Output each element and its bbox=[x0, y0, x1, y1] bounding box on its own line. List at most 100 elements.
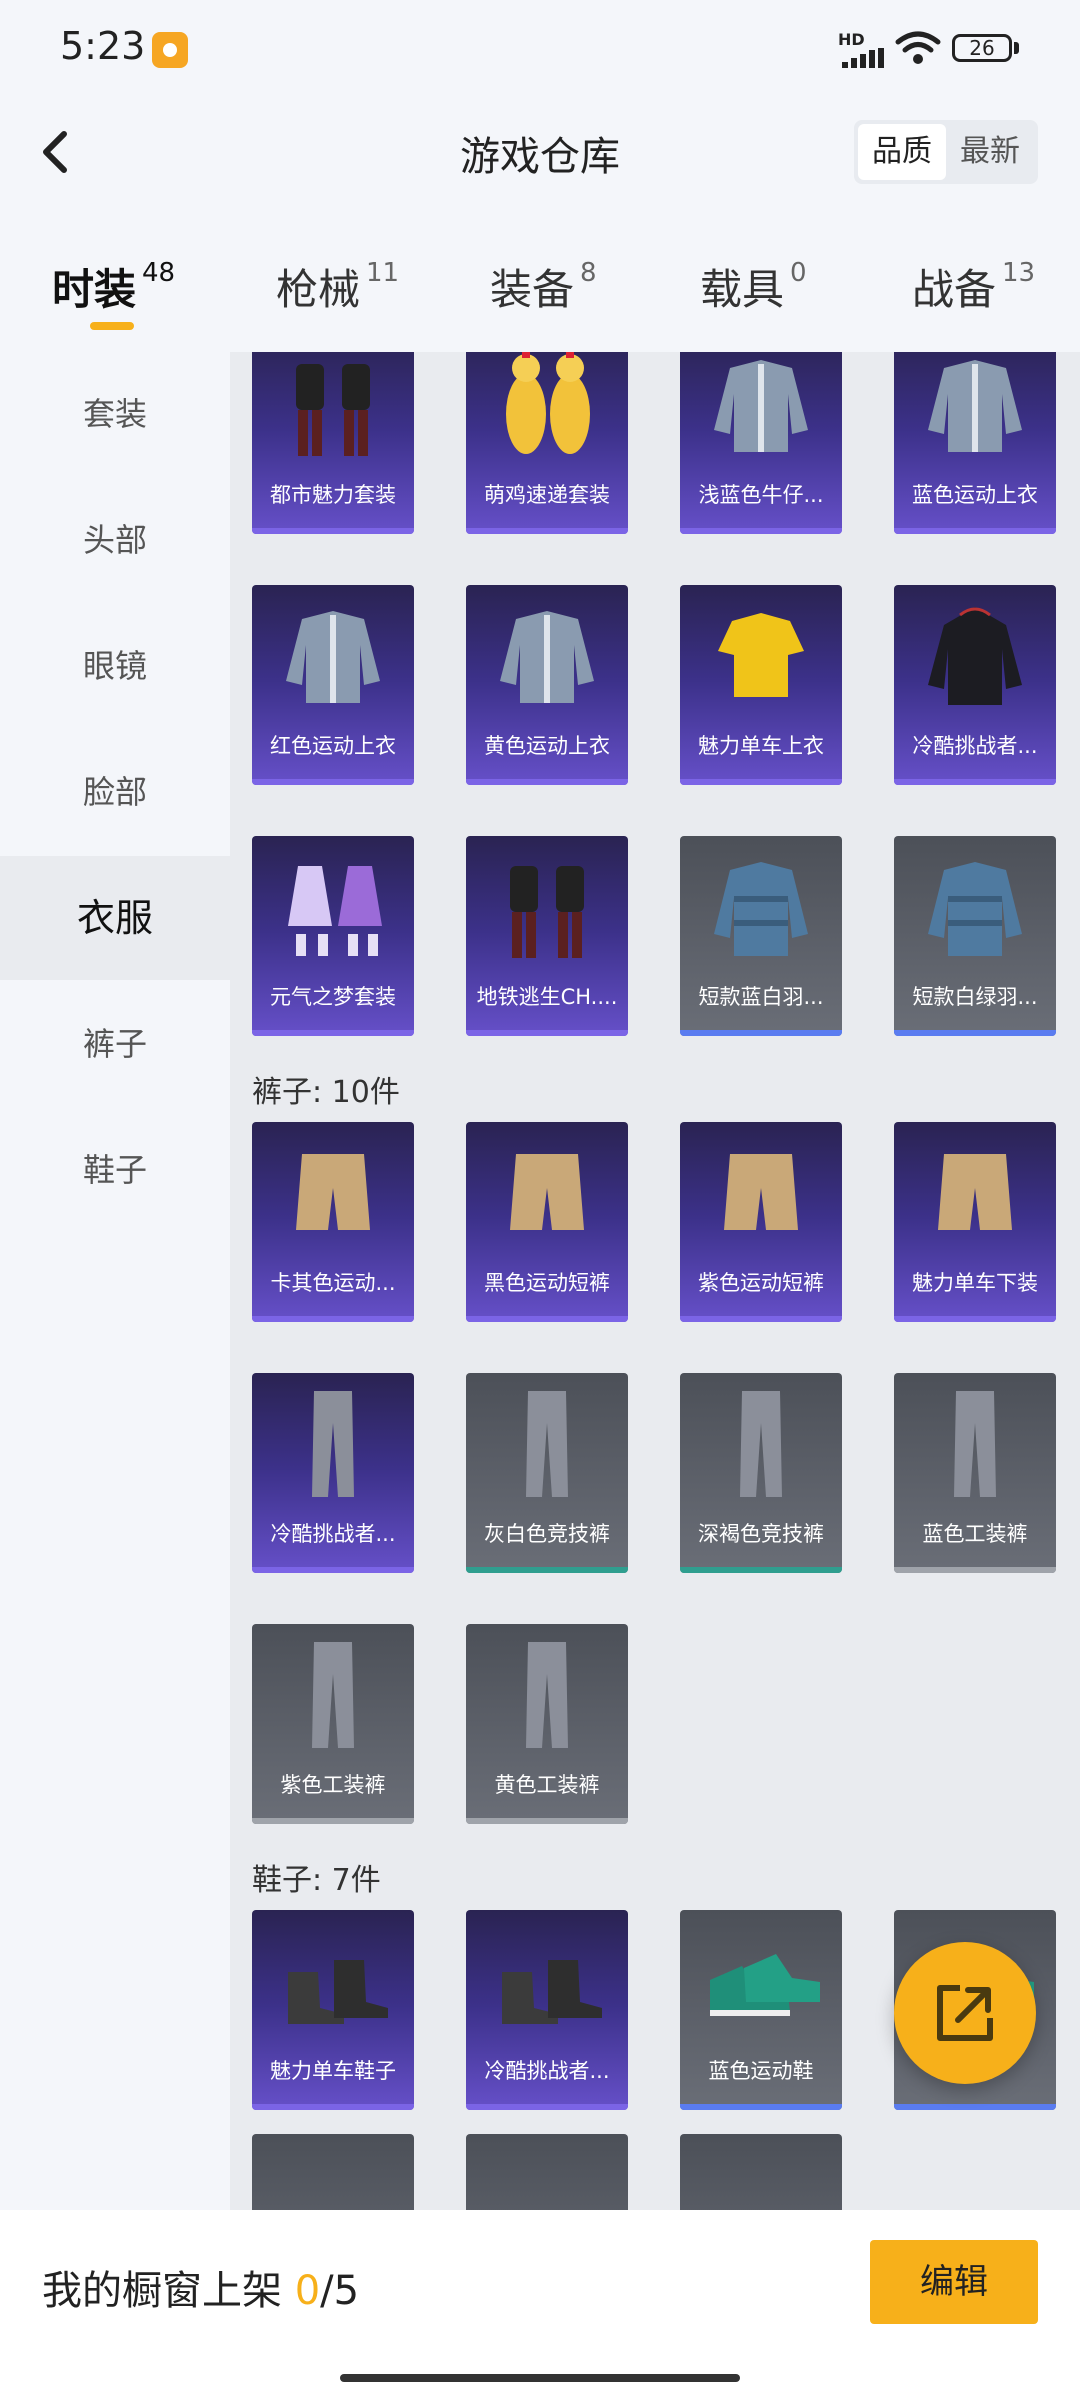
item-name: 蓝色运动上衣 bbox=[912, 483, 1038, 507]
item-card[interactable]: 蓝色运动鞋 bbox=[680, 1910, 842, 2110]
item-card[interactable]: 卡其色运动... bbox=[252, 1122, 414, 1322]
item-card[interactable]: 黑色运动短裤 bbox=[466, 1122, 628, 1322]
jacket-icon bbox=[680, 352, 842, 470]
item-card[interactable]: 地铁逃生CH.... bbox=[466, 836, 628, 1036]
rarity-bar bbox=[680, 1030, 842, 1036]
bottom-bar: 我的橱窗上架 0/5 编辑 bbox=[0, 2210, 1080, 2400]
item-name: 紫色运动短裤 bbox=[698, 1271, 824, 1295]
section-title-pants: 裤子: 10件 bbox=[252, 1075, 400, 1110]
item-name: 冷酷挑战者... bbox=[912, 734, 1038, 758]
rarity-bar bbox=[894, 779, 1056, 785]
tab-label: 时装 bbox=[52, 265, 137, 314]
item-name: 魅力单车鞋子 bbox=[270, 2059, 396, 2083]
battery-icon: 26 bbox=[952, 34, 1012, 62]
rarity-bar bbox=[894, 2104, 1056, 2110]
item-card[interactable]: 短款蓝白羽... bbox=[680, 836, 842, 1036]
boots-icon bbox=[252, 1910, 414, 2046]
item-card[interactable]: 冷酷挑战者... bbox=[252, 1373, 414, 1573]
item-name: 冷酷挑战者... bbox=[270, 1522, 396, 1546]
rarity-bar bbox=[894, 528, 1056, 534]
item-name: 深褐色竞技裤 bbox=[698, 1522, 824, 1546]
side-item-pants[interactable]: 裤子 bbox=[0, 982, 230, 1106]
item-card[interactable]: 浅蓝色牛仔... bbox=[680, 352, 842, 534]
side-item-head[interactable]: 头部 bbox=[0, 478, 230, 602]
sort-latest-button[interactable]: 最新 bbox=[946, 124, 1034, 180]
down-jacket-icon bbox=[680, 836, 842, 972]
shorts-icon bbox=[680, 1122, 842, 1258]
shorts-icon bbox=[466, 1122, 628, 1258]
pants-icon bbox=[466, 1373, 628, 1509]
item-grid: 都市魅力套装 萌鸡速递套装浅蓝色牛仔... 蓝色运动上衣红色运动上衣 黄色运动上衣魅力… bbox=[230, 352, 1080, 2210]
item-card[interactable]: 都市魅力套装 bbox=[252, 352, 414, 534]
item-name: 浅蓝色牛仔... bbox=[698, 483, 824, 507]
item-card[interactable]: 深褐色竞技裤 bbox=[680, 1373, 842, 1573]
side-item-glasses[interactable]: 眼镜 bbox=[0, 604, 230, 728]
item-card[interactable] bbox=[680, 2134, 842, 2210]
tab-firearms[interactable]: 枪械 11 bbox=[276, 256, 399, 326]
showcase-status: 我的橱窗上架 0/5 bbox=[42, 2258, 359, 2316]
item-card[interactable]: 紫色运动短裤 bbox=[680, 1122, 842, 1322]
edit-button[interactable]: 编辑 bbox=[870, 2240, 1038, 2324]
sort-quality-button[interactable]: 品质 bbox=[858, 124, 946, 180]
showcase-label: 我的橱窗上架 bbox=[42, 2268, 295, 2314]
side-item-clothes[interactable]: 衣服 bbox=[0, 856, 230, 980]
item-card[interactable] bbox=[252, 2134, 414, 2210]
item-card[interactable]: 萌鸡速递套装 bbox=[466, 352, 628, 534]
app-notification-icon bbox=[152, 32, 188, 68]
item-card[interactable]: 黄色运动上衣 bbox=[466, 585, 628, 785]
item-name: 卡其色运动... bbox=[270, 1271, 396, 1295]
share-button[interactable] bbox=[894, 1942, 1036, 2084]
tab-fashion[interactable]: 时装 48 bbox=[52, 256, 175, 326]
tab-vehicles[interactable]: 载具 0 bbox=[700, 256, 807, 326]
boots-icon bbox=[466, 1910, 628, 2046]
item-card[interactable]: 灰白色竞技裤 bbox=[466, 1373, 628, 1573]
rarity-bar bbox=[252, 779, 414, 785]
jacket-icon bbox=[252, 585, 414, 721]
side-item-suits[interactable]: 套装 bbox=[0, 352, 230, 476]
tab-count: 8 bbox=[580, 258, 597, 288]
item-card[interactable]: 魅力单车鞋子 bbox=[252, 1910, 414, 2110]
item-card[interactable]: 冷酷挑战者... bbox=[894, 585, 1056, 785]
item-card[interactable]: 魅力单车下装 bbox=[894, 1122, 1056, 1322]
item-card[interactable]: 短款白绿羽... bbox=[894, 836, 1056, 1036]
rarity-bar bbox=[466, 1567, 628, 1573]
rarity-bar bbox=[252, 1567, 414, 1573]
down-jacket-icon bbox=[894, 836, 1056, 972]
item-card[interactable]: 紫色工装裤 bbox=[252, 1624, 414, 1824]
item-name: 冷酷挑战者... bbox=[484, 2059, 610, 2083]
item-card[interactable]: 元气之梦套装 bbox=[252, 836, 414, 1036]
status-time: 5:23 bbox=[60, 24, 146, 68]
sort-toggle: 品质 最新 bbox=[854, 120, 1038, 184]
wifi-icon bbox=[895, 31, 941, 64]
item-card[interactable]: 冷酷挑战者... bbox=[466, 1910, 628, 2110]
item-card[interactable]: 蓝色工装裤 bbox=[894, 1373, 1056, 1573]
item-name: 短款白绿羽... bbox=[912, 985, 1038, 1009]
side-item-face[interactable]: 脸部 bbox=[0, 730, 230, 854]
item-card[interactable]: 蓝色运动上衣 bbox=[894, 352, 1056, 534]
rarity-bar bbox=[466, 528, 628, 534]
item-name: 魅力单车上衣 bbox=[698, 734, 824, 758]
item-card[interactable]: 魅力单车上衣 bbox=[680, 585, 842, 785]
sneaker-icon bbox=[680, 1910, 842, 2046]
tab-count: 13 bbox=[1002, 258, 1036, 288]
tab-label: 枪械 bbox=[276, 265, 361, 314]
jacket-icon bbox=[894, 352, 1056, 470]
tab-equipment[interactable]: 装备 8 bbox=[490, 256, 597, 326]
tab-supplies[interactable]: 战备 13 bbox=[912, 256, 1035, 326]
item-name: 短款蓝白羽... bbox=[698, 985, 824, 1009]
category-tabs: 时装 48 枪械 11 装备 8 载具 0 战备 13 bbox=[0, 230, 1080, 340]
item-card[interactable]: 黄色工装裤 bbox=[466, 1624, 628, 1824]
item-card[interactable] bbox=[466, 2134, 628, 2210]
side-item-shoes[interactable]: 鞋子 bbox=[0, 1108, 230, 1232]
rarity-bar bbox=[680, 1567, 842, 1573]
share-icon bbox=[937, 1985, 993, 2041]
tab-count: 48 bbox=[142, 258, 176, 288]
rarity-bar bbox=[466, 1818, 628, 1824]
shirt-icon bbox=[680, 585, 842, 721]
item-card[interactable]: 红色运动上衣 bbox=[252, 585, 414, 785]
rarity-bar bbox=[680, 779, 842, 785]
back-icon[interactable] bbox=[24, 120, 88, 184]
hoodie-icon bbox=[894, 585, 1056, 721]
item-name: 黄色工装裤 bbox=[494, 1773, 600, 1797]
home-indicator bbox=[340, 2374, 740, 2382]
